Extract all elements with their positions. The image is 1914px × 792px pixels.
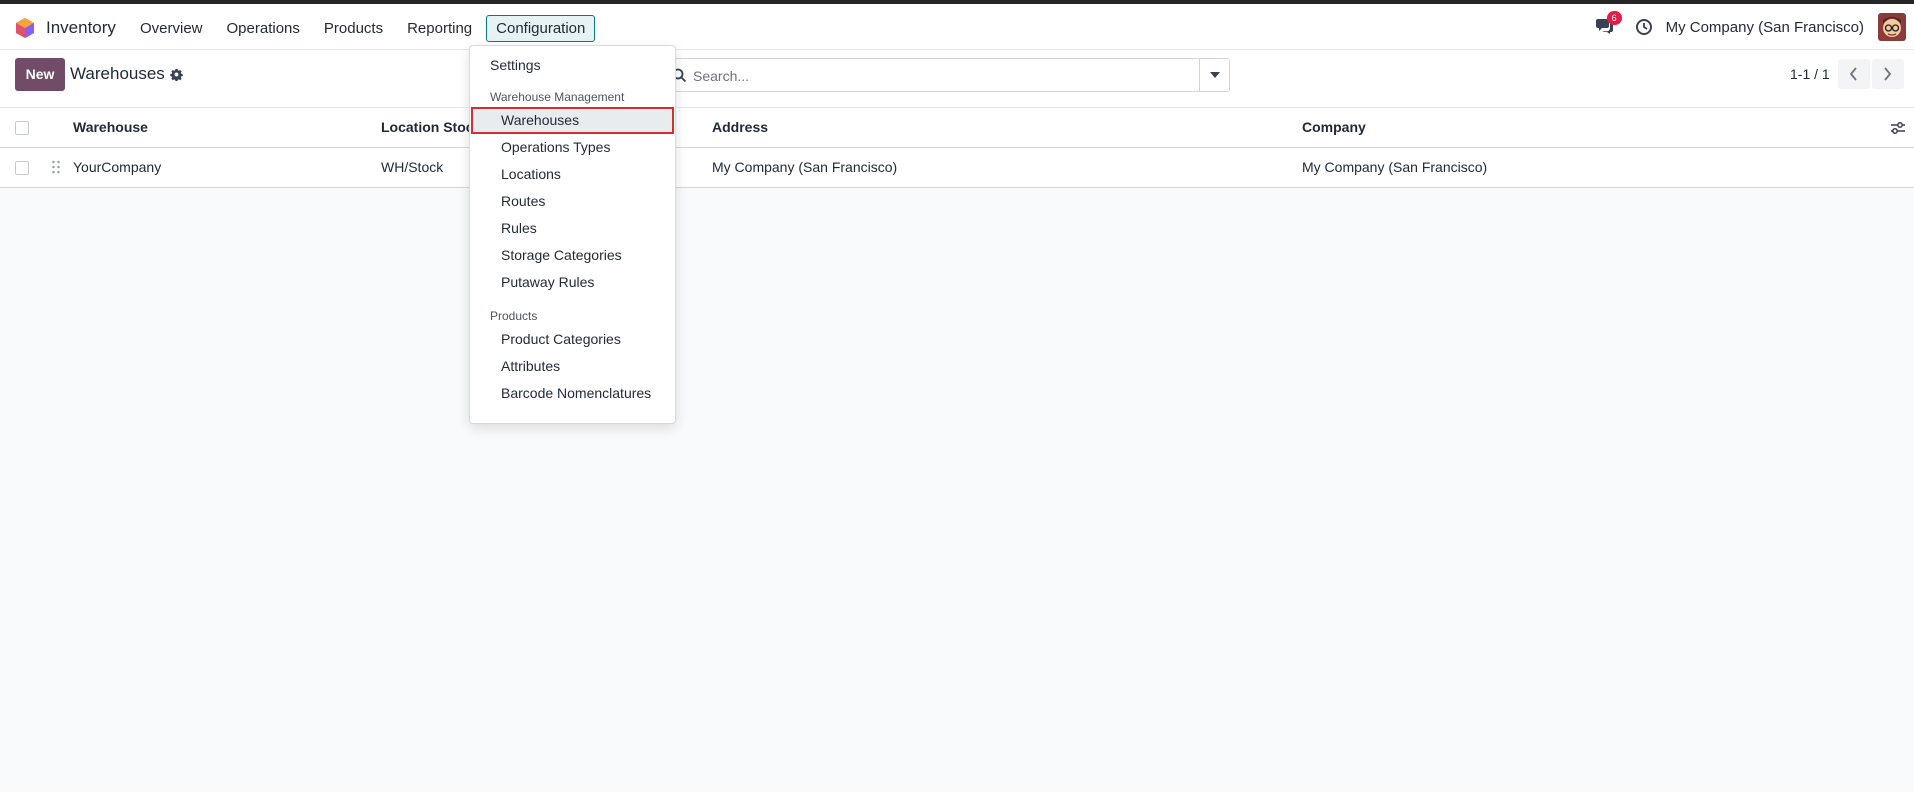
- pager-previous-button[interactable]: [1838, 59, 1870, 89]
- new-button[interactable]: New: [15, 58, 65, 91]
- nav-menu: Overview Operations Products Reporting C…: [130, 15, 599, 42]
- clock-icon[interactable]: [1635, 18, 1653, 36]
- control-panel: New Warehouses 1-1 / 1: [0, 50, 1914, 108]
- caret-down-icon: [1210, 72, 1220, 78]
- column-header-address[interactable]: Address: [712, 119, 768, 135]
- menu-item-operations-types[interactable]: Operations Types: [470, 134, 675, 161]
- table-row[interactable]: YourCompany WH/Stock My Company (San Fra…: [0, 148, 1914, 188]
- nav-reporting[interactable]: Reporting: [397, 15, 482, 42]
- menu-item-routes[interactable]: Routes: [470, 188, 675, 215]
- search-bar: [660, 58, 1230, 92]
- menu-item-rules[interactable]: Rules: [470, 215, 675, 242]
- select-all-checkbox[interactable]: [15, 121, 29, 135]
- cell-company: My Company (San Francisco): [1302, 159, 1488, 175]
- user-avatar[interactable]: [1878, 13, 1906, 41]
- menu-section-warehouse-management: Warehouse Management: [490, 90, 625, 104]
- page-title: Warehouses: [70, 64, 165, 83]
- cell-address: My Company (San Francisco): [712, 159, 898, 175]
- pager-next-button[interactable]: [1872, 59, 1904, 89]
- nav-operations[interactable]: Operations: [217, 15, 310, 42]
- pager-value[interactable]: 1-1 / 1: [1790, 66, 1830, 82]
- warehouse-list: Warehouse Location Stock Address Company…: [0, 108, 1914, 188]
- gear-icon[interactable]: [170, 68, 183, 81]
- menu-item-storage-categories[interactable]: Storage Categories: [470, 242, 675, 269]
- breadcrumb: Warehouses: [70, 64, 183, 84]
- list-header: Warehouse Location Stock Address Company: [0, 108, 1914, 148]
- menu-item-putaway-rules[interactable]: Putaway Rules: [470, 269, 675, 296]
- messages-count-badge: 6: [1606, 11, 1622, 25]
- systray: 6 My Company (San Francisco): [1595, 4, 1914, 50]
- inventory-app-icon[interactable]: [15, 17, 35, 39]
- nav-overview[interactable]: Overview: [130, 15, 213, 42]
- search-options-toggle[interactable]: [1199, 59, 1229, 91]
- menu-item-product-categories[interactable]: Product Categories: [470, 326, 675, 353]
- main-navbar: Inventory Overview Operations Products R…: [0, 4, 1914, 50]
- cell-warehouse: YourCompany: [73, 159, 162, 175]
- column-header-location-stock[interactable]: Location Stock: [381, 119, 470, 135]
- row-checkbox[interactable]: [15, 161, 29, 175]
- optional-columns-icon[interactable]: [1890, 121, 1906, 135]
- chevron-left-icon: [1849, 67, 1857, 81]
- messages-button[interactable]: 6: [1595, 11, 1622, 37]
- company-switcher[interactable]: My Company (San Francisco): [1666, 19, 1864, 36]
- menu-item-locations[interactable]: Locations: [470, 161, 675, 188]
- column-header-warehouse[interactable]: Warehouse: [73, 119, 148, 135]
- menu-item-barcode-nomenclatures[interactable]: Barcode Nomenclatures: [470, 380, 675, 407]
- nav-products[interactable]: Products: [314, 15, 393, 42]
- avatar-image: [1878, 13, 1906, 41]
- app-name[interactable]: Inventory: [46, 18, 116, 38]
- menu-item-warehouses[interactable]: Warehouses: [471, 107, 674, 134]
- nav-configuration[interactable]: Configuration: [486, 15, 596, 42]
- cell-location-stock: WH/Stock: [381, 159, 444, 175]
- menu-section-products: Products: [490, 309, 538, 323]
- search-input[interactable]: [693, 67, 1173, 85]
- chevron-right-icon: [1884, 67, 1892, 81]
- configuration-dropdown: Settings Warehouse Management Warehouses…: [469, 45, 676, 424]
- drag-handle-icon[interactable]: [51, 160, 61, 174]
- menu-item-attributes[interactable]: Attributes: [470, 353, 675, 380]
- menu-item-settings[interactable]: Settings: [470, 52, 675, 79]
- column-header-company[interactable]: Company: [1302, 119, 1366, 135]
